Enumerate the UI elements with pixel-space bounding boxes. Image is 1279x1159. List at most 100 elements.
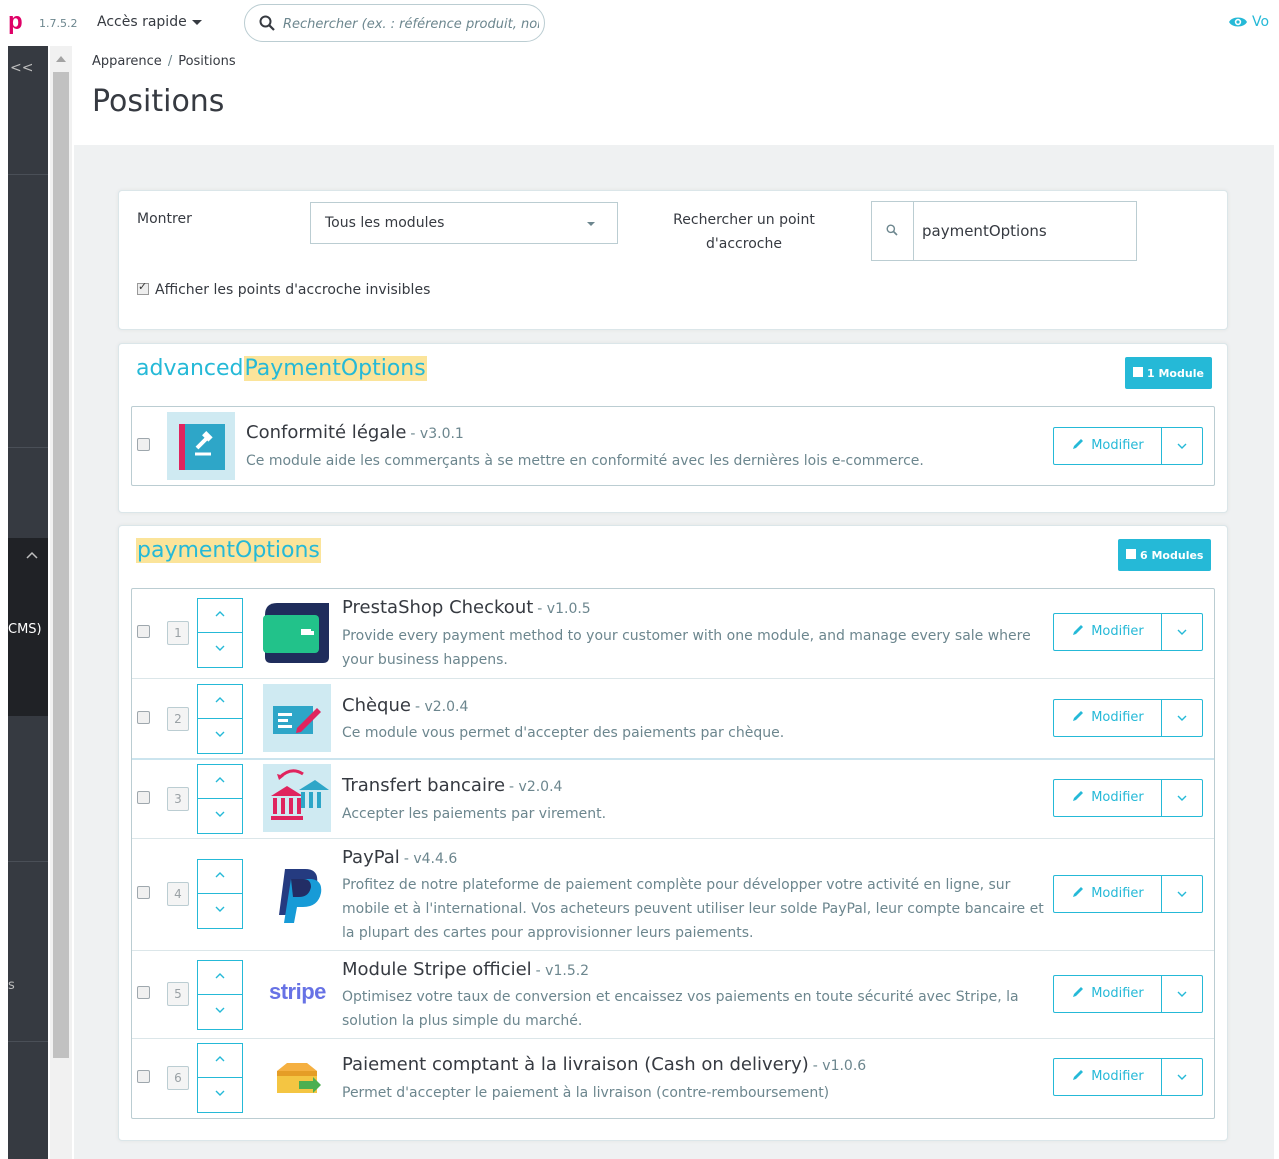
move-up-button[interactable] bbox=[198, 599, 242, 633]
move-down-button[interactable] bbox=[198, 799, 242, 833]
module-description: Ce module vous permet d'accepter des pai… bbox=[342, 725, 785, 741]
global-search-input[interactable] bbox=[283, 14, 539, 34]
main-content: Montrer Tous les modules Rechercher un p… bbox=[74, 145, 1274, 1159]
search-icon[interactable] bbox=[259, 15, 275, 31]
move-down-button[interactable] bbox=[198, 633, 242, 667]
actions-dropdown-toggle[interactable] bbox=[1162, 428, 1202, 464]
move-up-button[interactable] bbox=[198, 1044, 242, 1078]
move-down-button[interactable] bbox=[198, 894, 242, 928]
move-down-button[interactable] bbox=[198, 995, 242, 1029]
module-name-text: PrestaShop Checkout bbox=[342, 597, 534, 618]
module-description: Provide every payment method to your cus… bbox=[342, 628, 1031, 668]
module-select-checkbox[interactable] bbox=[137, 438, 150, 451]
eye-icon bbox=[1229, 17, 1247, 27]
modify-label: Modifier bbox=[1091, 986, 1144, 1001]
prestashop-checkout-icon bbox=[263, 601, 331, 669]
module-select-checkbox[interactable] bbox=[137, 886, 150, 899]
module-select-checkbox[interactable] bbox=[137, 986, 150, 999]
move-up-button[interactable] bbox=[198, 685, 242, 719]
module-actions: Modifier bbox=[1053, 875, 1203, 913]
search-icon bbox=[886, 224, 898, 236]
quick-access-dropdown[interactable]: Accès rapide bbox=[97, 14, 202, 30]
module-name-text: Conformité légale bbox=[246, 422, 407, 443]
paypal-icon bbox=[263, 861, 331, 929]
stripe-logo-text: stripe bbox=[269, 979, 326, 1004]
hook-search-input[interactable] bbox=[922, 220, 1122, 242]
checkbox-checked[interactable] bbox=[137, 280, 149, 295]
module-version: - v1.0.6 bbox=[812, 1058, 867, 1074]
module-name-text: PayPal bbox=[342, 847, 400, 868]
module-select-checkbox[interactable] bbox=[137, 791, 150, 804]
chevron-down-icon bbox=[1177, 991, 1187, 997]
module-row: Conformité légale - v3.0.1 Ce module aide… bbox=[132, 407, 1214, 485]
modify-button[interactable]: Modifier bbox=[1054, 976, 1162, 1012]
module-filter-select[interactable]: Tous les modules bbox=[310, 202, 618, 244]
position-number: 6 bbox=[167, 1066, 189, 1090]
hook-title: advancedPaymentOptions bbox=[136, 356, 427, 381]
module-square-icon bbox=[1126, 549, 1136, 559]
sidebar-item-cms[interactable]: CMS) bbox=[8, 622, 42, 637]
view-shop-link[interactable]: Vo bbox=[1228, 14, 1269, 30]
move-down-button[interactable] bbox=[198, 719, 242, 753]
chevron-up-icon bbox=[215, 777, 225, 783]
modify-button[interactable]: Modifier bbox=[1054, 700, 1162, 736]
module-select-checkbox[interactable] bbox=[137, 625, 150, 638]
module-count-label: 1 Module bbox=[1147, 367, 1204, 380]
position-arrows bbox=[197, 684, 243, 754]
move-up-button[interactable] bbox=[198, 961, 242, 995]
actions-dropdown-toggle[interactable] bbox=[1162, 976, 1202, 1012]
module-count-badge: 6 Modules bbox=[1118, 539, 1212, 571]
chevron-up-icon bbox=[215, 872, 225, 878]
module-row: 3 Transfert bancaire - v2.0.4 Accepter le… bbox=[132, 758, 1214, 838]
modify-button[interactable]: Modifier bbox=[1054, 1059, 1162, 1095]
global-search[interactable] bbox=[244, 4, 545, 42]
actions-dropdown-toggle[interactable] bbox=[1162, 780, 1202, 816]
position-number: 4 bbox=[167, 882, 189, 906]
invisible-hooks-checkbox[interactable]: Afficher les points d'accroche invisible… bbox=[137, 280, 431, 298]
actions-dropdown-toggle[interactable] bbox=[1162, 614, 1202, 650]
actions-dropdown-toggle[interactable] bbox=[1162, 1059, 1202, 1095]
module-select-checkbox[interactable] bbox=[137, 711, 150, 724]
hook-panel-paymentoptions: paymentOptions 6 Modules 1 PrestaShop Ch… bbox=[118, 525, 1228, 1141]
actions-dropdown-toggle[interactable] bbox=[1162, 876, 1202, 912]
collapse-sidebar-icon[interactable]: << bbox=[10, 60, 33, 76]
chevron-down-icon bbox=[215, 731, 225, 737]
sidebar-item-fragment[interactable]: s bbox=[8, 978, 15, 993]
module-select-checkbox[interactable] bbox=[137, 1070, 150, 1083]
position-arrows bbox=[197, 598, 243, 668]
breadcrumb-parent[interactable]: Apparence bbox=[92, 54, 162, 69]
actions-dropdown-toggle[interactable] bbox=[1162, 700, 1202, 736]
modify-button[interactable]: Modifier bbox=[1054, 428, 1162, 464]
pencil-icon bbox=[1073, 711, 1084, 721]
chevron-down-icon bbox=[1177, 795, 1187, 801]
caret-down-icon bbox=[587, 222, 595, 226]
position-arrows bbox=[197, 960, 243, 1030]
module-description: Permet d'accepter le paiement à la livra… bbox=[342, 1085, 830, 1101]
module-row: 6 Paiement comptant à la livraison (Cash… bbox=[132, 1038, 1214, 1118]
module-count-badge: 1 Module bbox=[1125, 357, 1212, 389]
modify-label: Modifier bbox=[1091, 790, 1144, 805]
modify-button[interactable]: Modifier bbox=[1054, 614, 1162, 650]
scroll-up-arrow-icon[interactable] bbox=[56, 56, 66, 62]
pencil-icon bbox=[1073, 791, 1084, 801]
module-name: Paiement comptant à la livraison (Cash o… bbox=[342, 1054, 866, 1075]
invisible-hooks-label: Afficher les points d'accroche invisible… bbox=[155, 282, 431, 298]
hook-search-field[interactable] bbox=[871, 201, 1137, 261]
modify-button[interactable]: Modifier bbox=[1054, 780, 1162, 816]
chevron-up-icon[interactable] bbox=[26, 551, 38, 559]
module-row: 4 PayPal - v4.4.6 Profitez de notre plate… bbox=[132, 838, 1214, 950]
pencil-icon bbox=[1073, 1070, 1084, 1080]
scrollbar-thumb[interactable] bbox=[53, 72, 69, 1058]
scrollbar[interactable] bbox=[50, 46, 72, 1159]
module-actions: Modifier bbox=[1053, 779, 1203, 817]
modify-button[interactable]: Modifier bbox=[1054, 876, 1162, 912]
module-row: 5 stripe Module Stripe officiel - v1.5.2 … bbox=[132, 950, 1214, 1038]
move-down-button[interactable] bbox=[198, 1078, 242, 1112]
move-up-button[interactable] bbox=[198, 765, 242, 799]
move-up-button[interactable] bbox=[198, 860, 242, 894]
module-description: Optimisez votre taux de conversion et en… bbox=[342, 989, 1019, 1029]
prestashop-logo[interactable]: p bbox=[8, 8, 23, 36]
sidebar-divider bbox=[8, 447, 48, 448]
bank-transfer-icon bbox=[263, 764, 331, 832]
chevron-up-icon bbox=[215, 1056, 225, 1062]
